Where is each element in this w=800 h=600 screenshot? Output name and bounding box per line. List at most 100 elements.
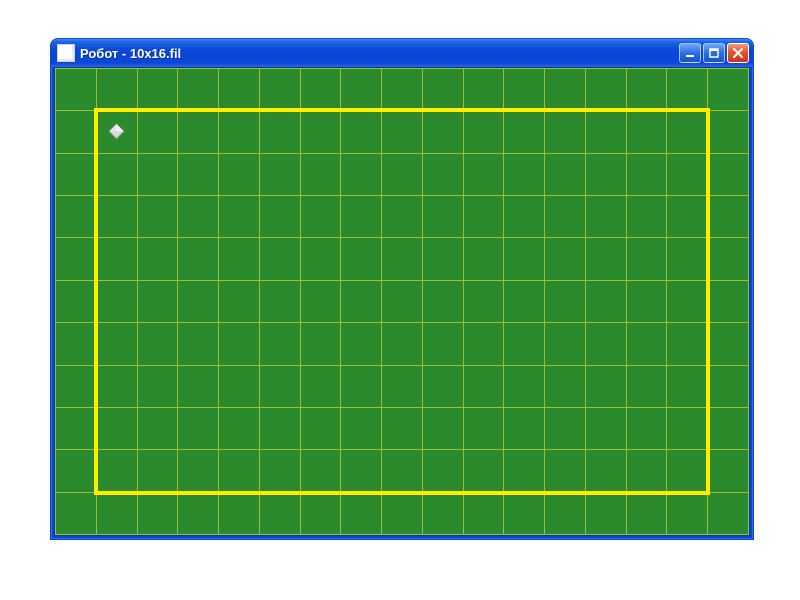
grid-cell[interactable] xyxy=(382,365,423,407)
grid-cell[interactable] xyxy=(219,280,260,322)
grid-cell[interactable] xyxy=(96,492,137,534)
grid-cell[interactable] xyxy=(382,111,423,153)
grid-cell[interactable] xyxy=(585,407,626,449)
grid-cell[interactable] xyxy=(667,69,708,111)
grid-cell[interactable] xyxy=(504,492,545,534)
grid-cell[interactable] xyxy=(56,492,97,534)
grid-cell[interactable] xyxy=(137,196,178,238)
grid-cell[interactable] xyxy=(96,323,137,365)
grid-cell[interactable] xyxy=(708,280,749,322)
grid-cell[interactable] xyxy=(585,111,626,153)
grid-cell[interactable] xyxy=(219,153,260,195)
grid-cell[interactable] xyxy=(137,153,178,195)
grid-cell[interactable] xyxy=(504,111,545,153)
grid-cell[interactable] xyxy=(422,323,463,365)
grid-cell[interactable] xyxy=(300,196,341,238)
grid-cell[interactable] xyxy=(585,196,626,238)
grid-cell[interactable] xyxy=(422,407,463,449)
grid-cell[interactable] xyxy=(259,69,300,111)
grid-cell[interactable] xyxy=(96,280,137,322)
grid-cell[interactable] xyxy=(585,280,626,322)
grid-cell[interactable] xyxy=(259,492,300,534)
grid-cell[interactable] xyxy=(259,280,300,322)
grid-cell[interactable] xyxy=(178,492,219,534)
grid-cell[interactable] xyxy=(504,323,545,365)
grid-cell[interactable] xyxy=(137,111,178,153)
grid-cell[interactable] xyxy=(545,238,586,280)
grid-cell[interactable] xyxy=(667,365,708,407)
grid-cell[interactable] xyxy=(341,196,382,238)
grid-cell[interactable] xyxy=(96,407,137,449)
grid-cell[interactable] xyxy=(463,492,504,534)
grid-cell[interactable] xyxy=(667,407,708,449)
grid-cell[interactable] xyxy=(96,153,137,195)
grid-cell[interactable] xyxy=(626,365,667,407)
grid-cell[interactable] xyxy=(667,450,708,492)
grid-cell[interactable] xyxy=(708,407,749,449)
maximize-button[interactable] xyxy=(703,43,725,63)
grid-cell[interactable] xyxy=(300,111,341,153)
grid-cell[interactable] xyxy=(708,323,749,365)
grid-cell[interactable] xyxy=(300,407,341,449)
grid-cell[interactable] xyxy=(667,280,708,322)
grid-cell[interactable] xyxy=(178,365,219,407)
grid-cell[interactable] xyxy=(545,492,586,534)
close-button[interactable] xyxy=(727,43,749,63)
grid-cell[interactable] xyxy=(504,69,545,111)
grid-cell[interactable] xyxy=(219,492,260,534)
grid-cell[interactable] xyxy=(422,450,463,492)
grid-cell[interactable] xyxy=(463,365,504,407)
grid-cell[interactable] xyxy=(96,196,137,238)
grid-cell[interactable] xyxy=(626,196,667,238)
grid-cell[interactable] xyxy=(708,450,749,492)
grid-cell[interactable] xyxy=(219,450,260,492)
grid-cell[interactable] xyxy=(463,238,504,280)
grid-cell[interactable] xyxy=(667,238,708,280)
minimize-button[interactable] xyxy=(679,43,701,63)
grid-cell[interactable] xyxy=(341,111,382,153)
grid-cell[interactable] xyxy=(259,238,300,280)
grid-cell[interactable] xyxy=(545,407,586,449)
grid-cell[interactable] xyxy=(300,153,341,195)
grid-cell[interactable] xyxy=(259,450,300,492)
grid-cell[interactable] xyxy=(545,69,586,111)
grid-cell[interactable] xyxy=(708,69,749,111)
grid-cell[interactable] xyxy=(708,492,749,534)
grid-cell[interactable] xyxy=(382,280,423,322)
grid-cell[interactable] xyxy=(56,69,97,111)
grid-cell[interactable] xyxy=(545,323,586,365)
grid-cell[interactable] xyxy=(382,238,423,280)
grid-cell[interactable] xyxy=(463,407,504,449)
grid-cell[interactable] xyxy=(463,450,504,492)
grid-cell[interactable] xyxy=(137,407,178,449)
grid-cell[interactable] xyxy=(137,238,178,280)
grid-cell[interactable] xyxy=(585,238,626,280)
grid-cell[interactable] xyxy=(545,450,586,492)
grid-cell[interactable] xyxy=(626,238,667,280)
grid-cell[interactable] xyxy=(219,196,260,238)
grid-cell[interactable] xyxy=(667,492,708,534)
grid-cell[interactable] xyxy=(259,323,300,365)
grid-cell[interactable] xyxy=(708,111,749,153)
grid-cell[interactable] xyxy=(585,69,626,111)
grid-cell[interactable] xyxy=(585,323,626,365)
grid-cell[interactable] xyxy=(178,238,219,280)
grid-cell[interactable] xyxy=(300,238,341,280)
grid-cell[interactable] xyxy=(178,69,219,111)
grid-cell[interactable] xyxy=(178,196,219,238)
grid-cell[interactable] xyxy=(341,153,382,195)
grid-cell[interactable] xyxy=(545,111,586,153)
grid-cell[interactable] xyxy=(341,450,382,492)
grid-cell[interactable] xyxy=(96,69,137,111)
grid-cell[interactable] xyxy=(341,323,382,365)
grid-cell[interactable] xyxy=(96,238,137,280)
grid-cell[interactable] xyxy=(422,238,463,280)
grid-cell[interactable] xyxy=(422,153,463,195)
grid-cell[interactable] xyxy=(300,450,341,492)
grid-cell[interactable] xyxy=(56,153,97,195)
grid-cell[interactable] xyxy=(585,492,626,534)
grid-cell[interactable] xyxy=(56,450,97,492)
grid-cell[interactable] xyxy=(96,450,137,492)
grid-cell[interactable] xyxy=(667,153,708,195)
grid-cell[interactable] xyxy=(422,111,463,153)
